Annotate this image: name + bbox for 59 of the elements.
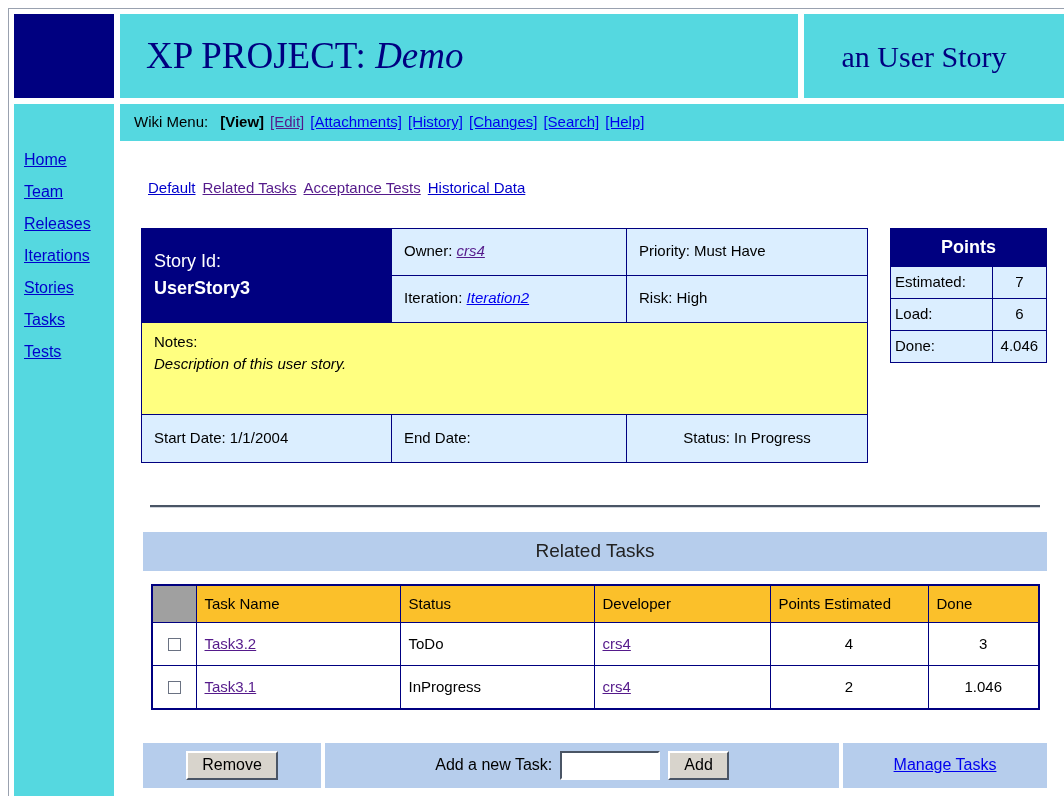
points-title: Points [890, 228, 1047, 266]
table-cell: End Date: [391, 414, 627, 462]
table-cell: 7 [992, 266, 1047, 298]
notes-text: Description of this user story. [154, 354, 348, 374]
link[interactable]: Iteration2 [466, 289, 530, 307]
wiki-menu-link[interactable]: [Search] [543, 111, 600, 134]
table-cell: 4 [770, 622, 928, 666]
column-header: Task Name [196, 584, 400, 623]
story-id-label: Story Id: [154, 250, 223, 273]
sidebar-link[interactable]: Iterations [24, 244, 90, 268]
wiki-menu-link[interactable]: [Edit] [270, 111, 305, 134]
table-cell: Risk: High [626, 275, 868, 322]
table-cell: 4.046 [992, 330, 1047, 362]
page-kind: an User Story [841, 38, 1008, 75]
wiki-menu-link[interactable]: [History] [408, 111, 463, 134]
page-section-link[interactable]: Related Tasks [202, 177, 297, 200]
sidebar-link[interactable]: Tests [24, 340, 62, 364]
manage-tasks-link[interactable]: Manage Tasks [893, 753, 997, 777]
developer-link[interactable]: crs4 [602, 677, 631, 695]
table-cell: Estimated: [890, 266, 993, 298]
sidebar-link[interactable]: Team [24, 180, 64, 204]
checkbox[interactable] [167, 681, 181, 695]
link[interactable]: crs4 [456, 242, 485, 260]
sidebar-link[interactable]: Releases [24, 212, 91, 236]
task-link[interactable]: Task3.1 [204, 677, 257, 695]
table-cell: Start Date: 1/1/2004 [141, 414, 392, 462]
sidebar-link[interactable]: Stories [24, 276, 74, 300]
task-name-field[interactable] [560, 750, 661, 780]
table-cell: Priority: Must Have [626, 228, 868, 275]
column-header: Developer [594, 584, 770, 623]
wiki-menu-link[interactable]: [Help] [605, 111, 645, 134]
page-section-link[interactable]: Historical Data [427, 177, 526, 200]
table-cell: Status: In Progress [626, 414, 868, 462]
column-header: Status [400, 584, 594, 623]
table-cell: Done: [890, 330, 993, 362]
add-button[interactable]: Add [668, 750, 729, 780]
table-cell: 6 [992, 298, 1047, 330]
wiki-menu-link[interactable]: [View] [220, 111, 265, 134]
sidebar-link[interactable]: Home [24, 148, 67, 172]
field-label: Owner: [404, 242, 453, 260]
field-label: Iteration: [404, 289, 463, 307]
column-header: Points Estimated [770, 584, 928, 623]
sidebar-link[interactable]: Tasks [24, 308, 65, 332]
table-cell: Load: [890, 298, 993, 330]
page-section-link[interactable]: Default [148, 177, 196, 200]
story-id: UserStory3 [154, 277, 252, 300]
task-link[interactable]: Task3.2 [204, 634, 257, 652]
remove-button[interactable]: Remove [186, 750, 278, 780]
checkbox[interactable] [167, 638, 181, 652]
page-section-link[interactable]: Acceptance Tests [303, 177, 421, 200]
wiki-menu-link[interactable]: [Changes] [469, 111, 538, 134]
page-title: XP PROJECT: Demo [146, 34, 464, 79]
section-title: Related Tasks [535, 538, 655, 563]
table-cell: ToDo [400, 622, 594, 666]
notes-label: Notes: [154, 331, 199, 352]
developer-link[interactable]: crs4 [602, 634, 631, 652]
wiki-menu-link[interactable]: [Attachments] [310, 111, 402, 134]
menu-label: Wiki Menu: [134, 112, 209, 133]
add-task-label: Add a new Task: [435, 755, 553, 775]
